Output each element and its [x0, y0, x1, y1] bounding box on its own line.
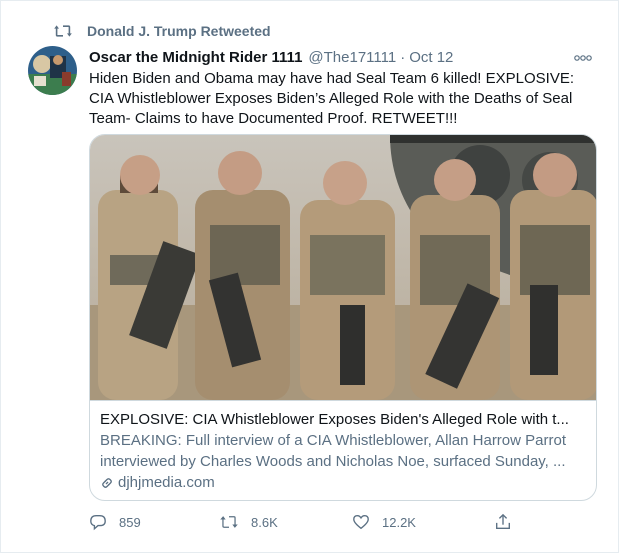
avatar[interactable]: [28, 46, 77, 95]
more-options-button[interactable]: [573, 51, 593, 63]
more-icon: [574, 55, 592, 61]
link-icon: [102, 477, 112, 488]
tweet-timestamp[interactable]: Oct 12: [409, 49, 453, 66]
reply-count: 859: [119, 514, 141, 530]
link-card[interactable]: EXPLOSIVE: CIA Whistleblower Exposes Bid…: [89, 134, 597, 501]
tweet-header: Oscar the Midnight Rider 1111 @The171111…: [89, 47, 453, 67]
user-handle[interactable]: @The171111: [308, 49, 396, 66]
like-button[interactable]: 12.2K: [352, 512, 416, 532]
like-count: 12.2K: [382, 514, 416, 530]
tweet-text: Hiden Biden and Obama may have had Seal …: [89, 70, 575, 127]
separator-dot: ·: [400, 48, 406, 66]
retweet-action-icon: [220, 516, 238, 528]
tweet-actions: 859 8.6K 12.2K: [89, 512, 529, 532]
heart-icon: [353, 515, 369, 530]
share-icon: [496, 513, 510, 529]
card-description-line-2: interviewed by Charles Woods and Nichola…: [100, 453, 566, 470]
retweet-icon: [54, 25, 72, 37]
share-button[interactable]: [494, 512, 524, 532]
card-domain[interactable]: djhjmedia.com: [100, 472, 586, 493]
card-image[interactable]: [90, 135, 597, 400]
display-name[interactable]: Oscar the Midnight Rider 1111: [89, 49, 302, 66]
card-domain-text[interactable]: djhjmedia.com: [118, 472, 215, 493]
card-description-line-1: BREAKING: Full interview of a CIA Whistl…: [100, 432, 566, 449]
retweet-count: 8.6K: [251, 514, 278, 530]
reply-button[interactable]: 859: [89, 512, 141, 532]
retweet-label[interactable]: Donald J. Trump Retweeted: [87, 23, 271, 39]
card-body[interactable]: EXPLOSIVE: CIA Whistleblower Exposes Bid…: [90, 400, 596, 500]
retweet-button[interactable]: 8.6K: [219, 512, 278, 532]
card-description: BREAKING: Full interview of a CIA Whistl…: [100, 430, 586, 472]
avatar-image: [28, 46, 77, 95]
reply-icon: [90, 515, 106, 531]
card-title[interactable]: EXPLOSIVE: CIA Whistleblower Exposes Bid…: [100, 409, 586, 430]
tweet-container[interactable]: Donald J. Trump Retweeted Oscar the Midn…: [0, 0, 619, 553]
